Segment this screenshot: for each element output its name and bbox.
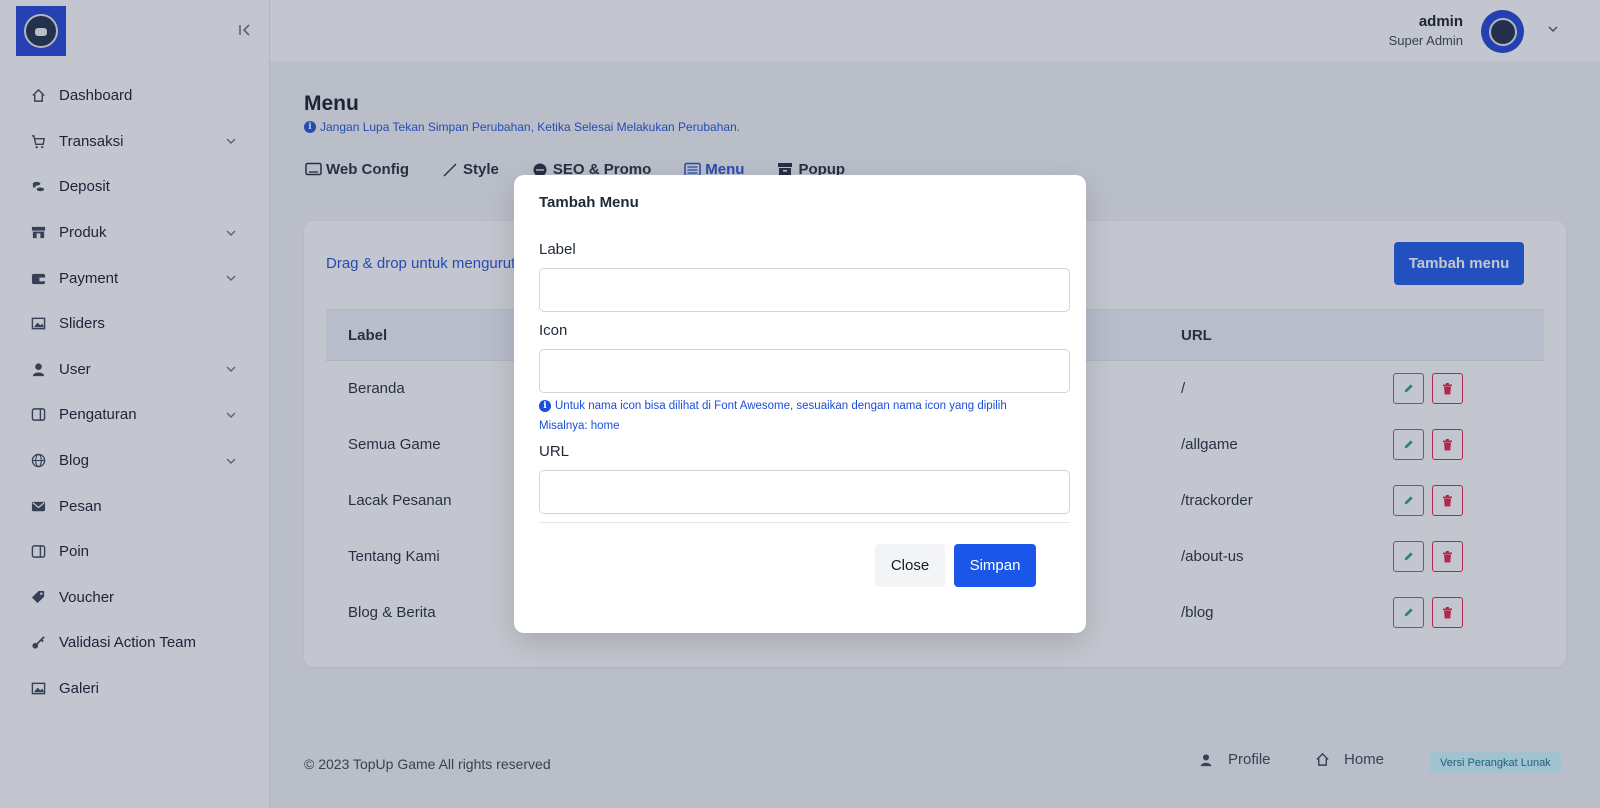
icon-field-label: Icon	[539, 322, 568, 339]
url-field-label: URL	[539, 443, 570, 460]
icon-hint: i Untuk nama icon bisa dilihat di Font A…	[539, 396, 1070, 436]
label-input[interactable]	[539, 268, 1070, 312]
modal-divider	[539, 522, 1070, 523]
modal-title: Tambah Menu	[539, 194, 639, 211]
label-field-label: Label	[539, 241, 576, 258]
icon-input[interactable]	[539, 349, 1070, 393]
icon-hint-text: Untuk nama icon bisa dilihat di Font Awe…	[555, 400, 1007, 412]
icon-hint-example: Misalnya: home	[539, 420, 620, 432]
save-button[interactable]: Simpan	[954, 544, 1036, 587]
close-button[interactable]: Close	[875, 544, 945, 587]
info-icon: i	[539, 400, 551, 412]
url-input[interactable]	[539, 470, 1070, 514]
add-menu-modal: Tambah Menu Label Icon i Untuk nama icon…	[514, 175, 1086, 633]
